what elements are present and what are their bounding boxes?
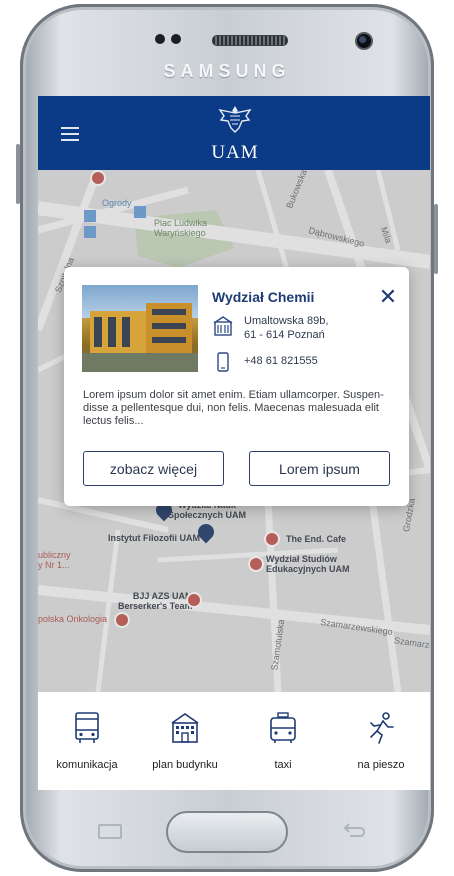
- sensor-dots: [155, 34, 181, 44]
- address-line1: Umaltowska 89b,: [244, 315, 329, 327]
- power-button: [434, 204, 438, 274]
- device-brand: SAMSUNG: [163, 61, 291, 81]
- recent-apps-button[interactable]: [98, 824, 122, 839]
- phone-icon: [217, 352, 229, 372]
- phone-number[interactable]: +48 61 821555: [244, 355, 318, 367]
- uam-logo: UAM: [210, 104, 260, 164]
- see-more-button[interactable]: zobacz więcej: [83, 451, 224, 486]
- earpiece: [212, 35, 288, 46]
- building-icon: [213, 316, 233, 336]
- building-photo: [82, 285, 198, 372]
- close-icon[interactable]: ✕: [376, 285, 400, 309]
- lorem-ipsum-button[interactable]: Lorem ipsum: [249, 451, 390, 486]
- bus-icon: [75, 712, 99, 743]
- tab-na-pieszo[interactable]: na pieszo: [332, 692, 430, 790]
- tab-plan-budynku[interactable]: plan budynku: [136, 692, 234, 790]
- taxi-icon: [270, 712, 296, 743]
- logo-text: UAM: [211, 142, 259, 163]
- back-icon[interactable]: [340, 820, 366, 842]
- building-illustration: [82, 303, 198, 372]
- building-icon: [171, 713, 199, 743]
- volume-button: [16, 144, 20, 204]
- app-screen: UAM Ogrody Plac Ludwika Waryńskiego Dąbr…: [38, 96, 430, 790]
- tab-label: komunikacja: [56, 759, 118, 771]
- address-line2: 61 - 614 Poznań: [244, 329, 325, 341]
- location-popup: Wydział Chemii ✕ Umaltowska 89b, 61 - 61…: [64, 267, 409, 506]
- home-button[interactable]: [166, 811, 288, 853]
- tab-taxi[interactable]: taxi: [234, 692, 332, 790]
- app-header: UAM: [38, 96, 430, 170]
- eagle-icon: [218, 106, 252, 133]
- popup-title: Wydział Chemii: [212, 289, 315, 305]
- tab-label: na pieszo: [357, 759, 405, 771]
- tab-label: taxi: [274, 759, 292, 771]
- tab-label: plan budynku: [152, 759, 218, 771]
- front-camera: [355, 32, 373, 50]
- tab-komunikacja[interactable]: komunikacja: [38, 692, 136, 790]
- popup-description: Lorem ipsum dolor sit amet enim. Etiam u…: [83, 389, 384, 427]
- hamburger-icon[interactable]: [61, 127, 79, 141]
- address: Umaltowska 89b, 61 - 614 Poznań: [244, 314, 328, 342]
- bottom-navigation: komunikacja plan budynku taxi na pieszo: [38, 692, 430, 790]
- walking-icon: [370, 712, 394, 744]
